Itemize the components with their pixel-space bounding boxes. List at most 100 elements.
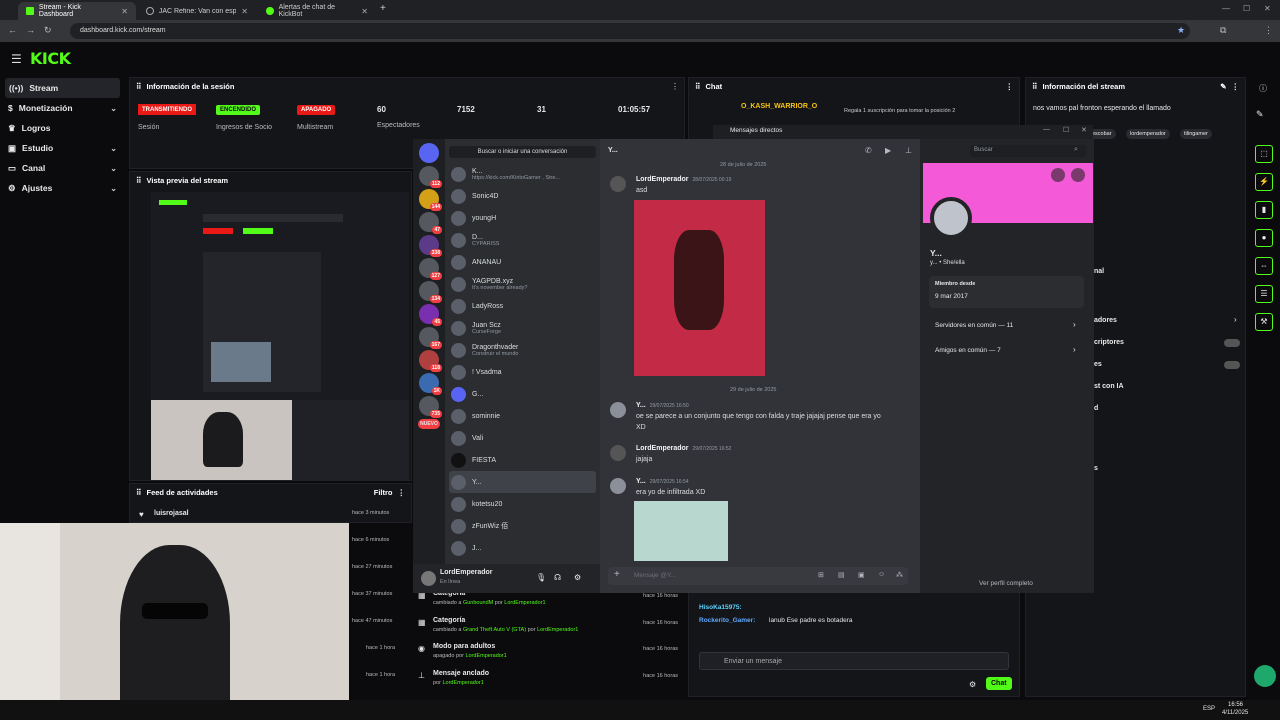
dm-composer[interactable]: + Mensaje @Y... ⊞ ▤ ▣ ☺ ⁂ [608,567,908,585]
stream-tag[interactable]: tilingamer [1180,129,1212,139]
dm-item[interactable]: youngH [445,207,600,229]
raid-icon[interactable]: ⇔ [1255,257,1273,275]
close-icon[interactable]: ✕ [361,7,368,16]
server-icon[interactable]: 167 [419,327,442,349]
close-icon[interactable]: ✕ [241,7,248,16]
url-field[interactable]: dashboard.kick.com/stream [70,23,1190,39]
gift-prompt[interactable]: Regala 1 suscripción para tomar la posic… [844,108,955,114]
taskbar-date[interactable]: 4/11/2025 [1222,710,1248,716]
clip-icon[interactable]: ▮ [1255,201,1273,219]
poll-icon[interactable]: ☰ [1255,285,1273,303]
view-full-profile-link[interactable]: Ver perfil completo [979,580,1033,587]
maximize-icon[interactable]: ☐ [1243,4,1250,13]
dm-item[interactable]: zFunWiz 佰 [445,515,600,537]
dm-item[interactable]: J... [445,537,600,559]
dm-item[interactable]: Juan Scz CurseForge [445,317,600,339]
dm-item[interactable]: ANANAU [445,251,600,273]
server-icon[interactable]: 338 [419,235,442,257]
server-icon[interactable]: 45 [419,304,442,326]
gif-icon[interactable]: ▤ [838,571,845,579]
toggle-switch[interactable] [1224,361,1240,369]
chat-username[interactable]: Rockerito_Gamer: [699,617,755,624]
stream-tag[interactable]: lordemperador [1126,129,1170,139]
forward-icon[interactable]: → [26,25,35,35]
microphone-icon[interactable]: 🎙 [536,573,546,582]
dm-item[interactable]: Dragonthvader Construir el mundo [445,339,600,361]
server-icon[interactable]: 144 [419,189,442,211]
server-icon[interactable]: 134 [419,281,442,303]
more-icon[interactable]: ⋮ [1006,82,1014,91]
message-image[interactable] [634,200,765,376]
toggle-switch[interactable] [1224,339,1240,347]
dm-item[interactable]: G... [445,383,600,405]
avatar[interactable] [610,445,626,461]
chat-bubble-icon[interactable]: ● [1255,229,1273,247]
avatar[interactable] [421,571,436,586]
pin-icon[interactable]: ⊥ [905,146,912,155]
filter-button[interactable]: Filtro [374,488,393,497]
sidebar-item-logros[interactable]: ♛ Logros [0,118,125,138]
sidebar-item-ajustes[interactable]: ⚙ Ajustes ⌄ [0,178,125,198]
headphones-icon[interactable]: ☊ [554,573,561,582]
add-friend-icon[interactable] [1051,168,1065,182]
tab-kickbot-alerts[interactable]: Alertas de chat de KickBot ✕ [258,2,376,20]
stream-preview-video[interactable] [151,192,409,400]
discord-home-icon[interactable] [419,143,439,163]
bolt-icon[interactable]: ⚡ [1255,173,1273,191]
server-icon[interactable]: 127 [419,258,442,280]
hamburger-menu-icon[interactable]: ☰ [11,52,22,66]
chat-search[interactable]: Buscar ⌕ [970,145,1086,157]
more-icon[interactable]: ⋮ [1232,82,1240,91]
dm-item[interactable]: FIESTA [445,449,600,471]
language-indicator[interactable]: ESP [1203,706,1215,712]
mutual-servers-row[interactable]: Servidores en común — 11 › [929,317,1084,335]
call-icon[interactable]: ✆ [865,146,872,155]
support-chat-icon[interactable] [1254,665,1276,687]
minimize-icon[interactable]: — [1043,126,1050,133]
action-icon[interactable]: ⬚ [1255,145,1273,163]
profile-avatar[interactable] [930,197,972,239]
dm-item[interactable]: K... https://kick.com/KiritoGamer , Stre.… [445,163,600,185]
avatar[interactable] [610,176,626,192]
settings-row[interactable]: s [1094,465,1098,472]
dm-item[interactable]: ! Vsadma [445,361,600,383]
browser-menu-icon[interactable]: ⋮ [1264,25,1273,36]
settings-row[interactable]: criptores [1094,339,1124,346]
maximize-icon[interactable]: ☐ [1063,126,1069,134]
send-chat-button[interactable]: Chat [986,677,1012,690]
dm-item[interactable]: D... CYPARISS [445,229,600,251]
wrench-icon[interactable]: ⚒ [1255,313,1273,331]
tab-stream-kick[interactable]: Stream - Kick Dashboard ✕ [18,2,136,20]
new-tab-icon[interactable]: + [380,3,386,14]
edit-icon[interactable]: ✎ [1256,109,1264,120]
server-icon[interactable]: 47 [419,212,442,234]
more-icon[interactable]: ⋮ [398,488,406,497]
kick-logo[interactable]: KICK [30,49,71,68]
dm-search-input[interactable]: Buscar o iniciar una conversación [449,146,596,158]
settings-row[interactable]: adores [1094,317,1117,324]
message-image[interactable] [634,501,728,561]
settings-row[interactable]: st con IA [1094,383,1124,390]
apps-icon[interactable]: ⁂ [896,571,903,579]
settings-row[interactable]: es [1094,361,1102,368]
gift-icon[interactable]: ⊞ [818,571,824,579]
gear-icon[interactable]: ⚙ [969,680,976,689]
settings-row[interactable]: d [1094,405,1098,412]
reload-icon[interactable]: ↻ [44,25,52,36]
avatar[interactable] [610,478,626,494]
back-icon[interactable]: ← [8,25,17,35]
dm-item[interactable]: Sonic4D [445,185,600,207]
close-icon[interactable]: ✕ [1081,126,1087,134]
sidebar-item-canal[interactable]: ▭ Canal ⌄ [0,158,125,178]
dm-search[interactable]: Buscar o iniciar una conversación [445,139,600,163]
server-icon[interactable]: 118 [419,350,442,372]
sidebar-item-monetizacion[interactable]: $ Monetización ⌄ [0,98,125,118]
close-icon[interactable]: ✕ [121,7,128,16]
server-icon[interactable]: 112 [419,166,442,188]
extensions-icon[interactable]: ⧉ [1220,25,1226,36]
dm-item[interactable]: Vali [445,427,600,449]
dm-item[interactable]: LadyRoss [445,295,600,317]
tab-jac-refine[interactable]: JAC Refine: Van con espacio y c... ✕ [138,2,256,20]
bookmark-star-icon[interactable]: ★ [1177,25,1185,36]
emoji-icon[interactable]: ☺ [878,571,885,578]
